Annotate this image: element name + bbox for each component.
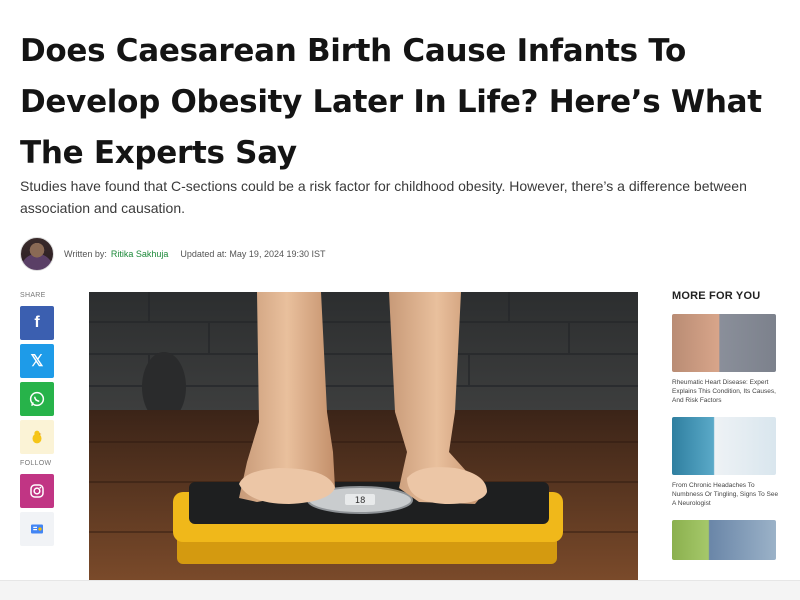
- whatsapp-share-button[interactable]: [20, 382, 54, 416]
- google-news-icon: [31, 524, 43, 534]
- more-for-you-title: MORE FOR YOU: [672, 290, 761, 302]
- share-sidebar: SHARE f 𝕏 FOLLOW: [20, 292, 56, 550]
- facebook-icon: f: [34, 314, 40, 331]
- related-article-thumbnail[interactable]: [672, 314, 776, 372]
- author-byline: Written by: Ritika Sakhuja Updated at: M…: [20, 236, 326, 272]
- more-for-you-panel: MORE FOR YOU Rheumatic Heart Disease: Ex…: [672, 290, 782, 572]
- koo-icon: [32, 430, 42, 444]
- article-subtitle: Studies have found that C-sections could…: [20, 178, 747, 216]
- author-link[interactable]: Ritika Sakhuja: [111, 249, 169, 259]
- x-share-button[interactable]: 𝕏: [20, 344, 54, 378]
- koo-share-button[interactable]: [20, 420, 54, 454]
- x-icon: 𝕏: [30, 353, 44, 370]
- whatsapp-icon: [29, 391, 45, 407]
- related-article-card[interactable]: Rheumatic Heart Disease: Expert Explains…: [672, 314, 782, 405]
- bottom-bar: [0, 580, 800, 600]
- related-article-card[interactable]: From Chronic Headaches To Numbness Or Ti…: [672, 417, 782, 508]
- related-article-title[interactable]: From Chronic Headaches To Numbness Or Ti…: [672, 481, 782, 508]
- byline-meta: Written by: Ritika Sakhuja Updated at: M…: [64, 249, 326, 259]
- related-article-card[interactable]: [672, 520, 782, 560]
- facebook-share-button[interactable]: f: [20, 306, 54, 340]
- updated-timestamp: Updated at: May 19, 2024 19:30 IST: [180, 249, 326, 259]
- author-avatar[interactable]: [20, 237, 54, 271]
- follow-label: FOLLOW: [20, 460, 52, 467]
- hero-image: 18: [89, 292, 638, 580]
- related-article-thumbnail[interactable]: [672, 520, 776, 560]
- related-article-thumbnail[interactable]: [672, 417, 776, 475]
- related-article-title[interactable]: Rheumatic Heart Disease: Expert Explains…: [672, 378, 782, 405]
- instagram-icon: [30, 484, 44, 498]
- share-label: SHARE: [20, 292, 46, 299]
- instagram-follow-button[interactable]: [20, 474, 54, 508]
- google-news-follow-button[interactable]: [20, 512, 54, 546]
- written-by-label: Written by:: [64, 249, 107, 259]
- article-title: Does Caesarean Birth Cause Infants To De…: [20, 33, 762, 171]
- scale-reading: 18: [355, 496, 366, 506]
